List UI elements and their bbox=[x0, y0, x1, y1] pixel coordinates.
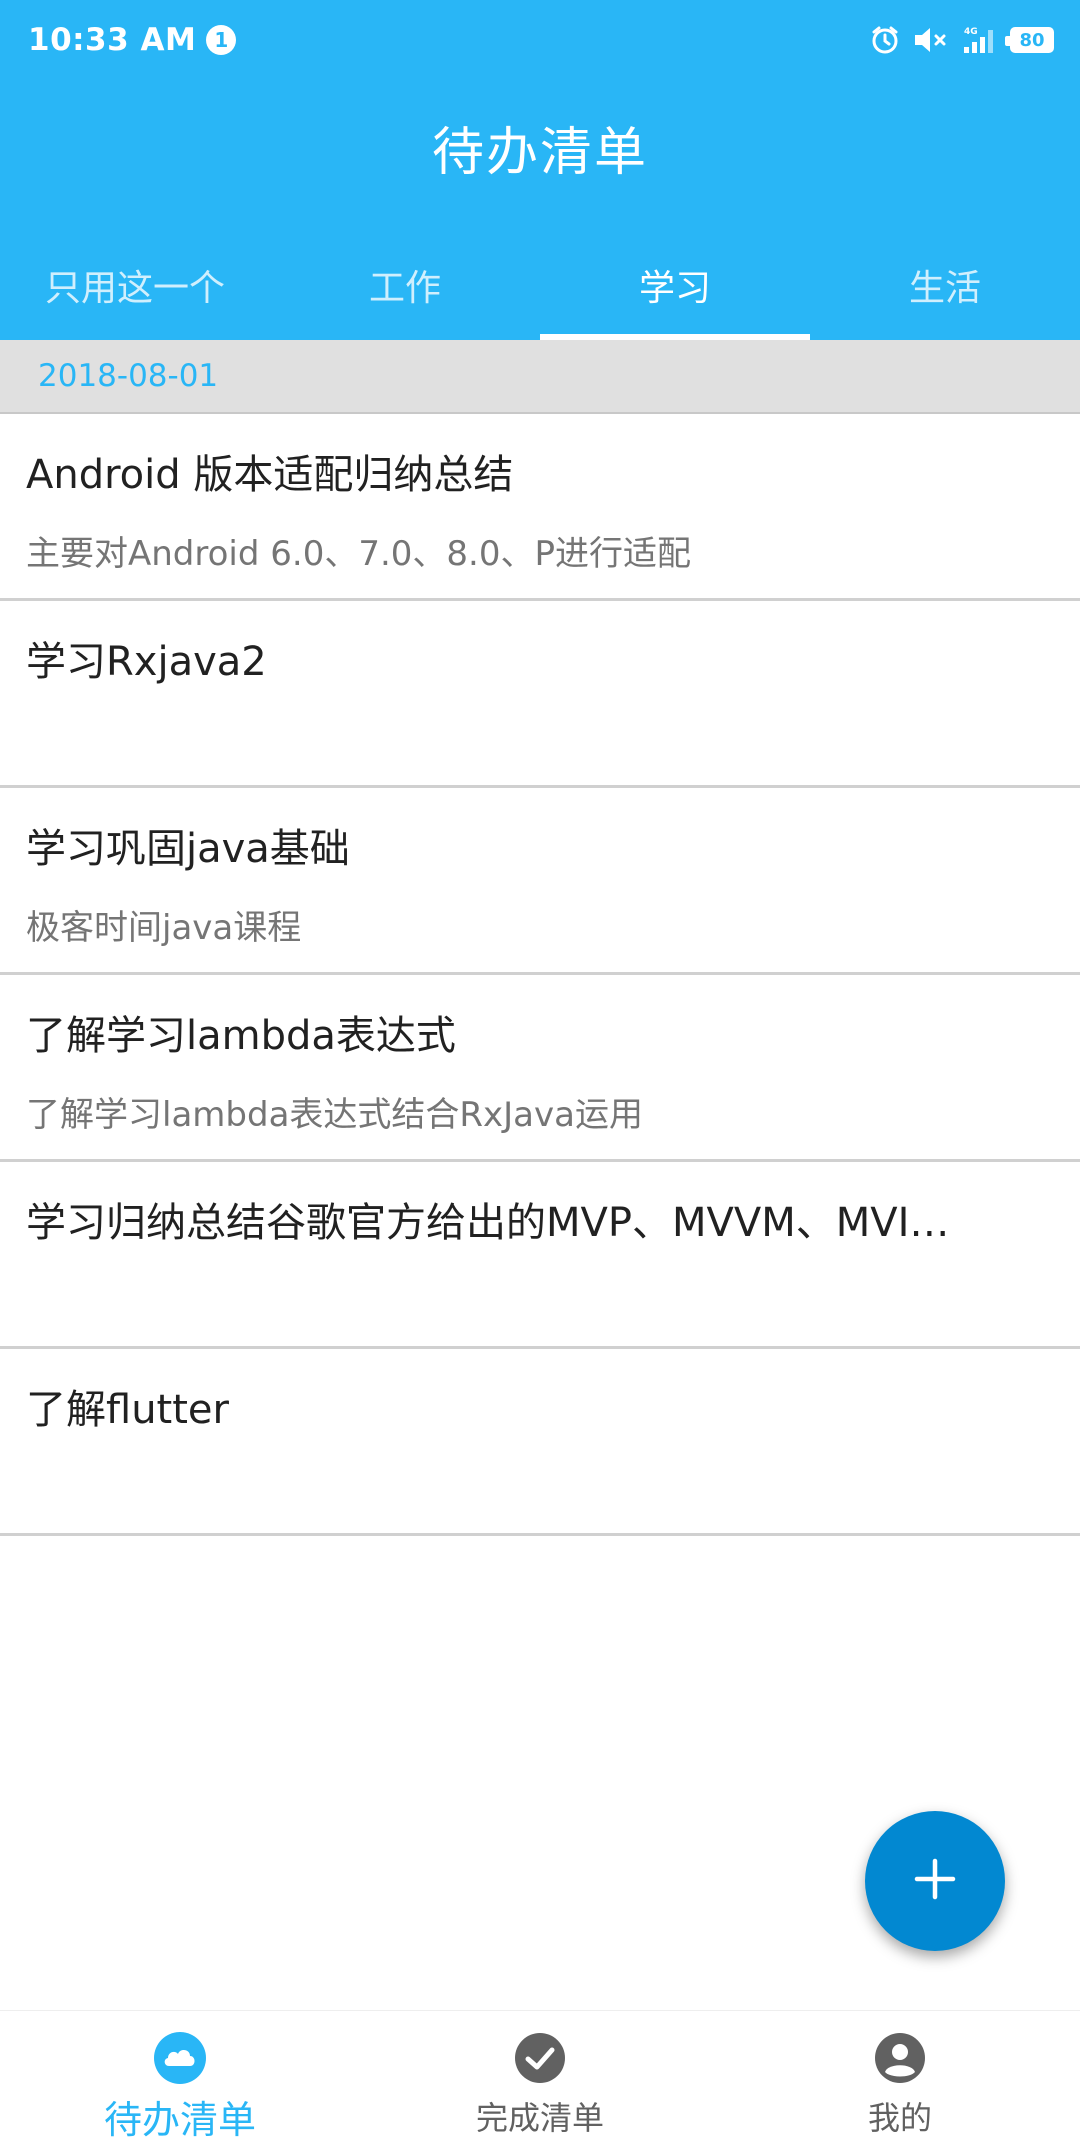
section-date: 2018-08-01 bbox=[38, 358, 219, 394]
todo-description: 了解学习lambda表达式结合RxJava运用 bbox=[26, 1095, 643, 1135]
app-root: 10:33 AM 1 4G 80 待办清单 只用这一个 工作 学习 生活 201… bbox=[0, 0, 1080, 2142]
mute-icon bbox=[912, 25, 950, 55]
nav-item-todo[interactable]: 待办清单 bbox=[0, 2011, 360, 2142]
tab-bar: 只用这一个 工作 学习 生活 bbox=[0, 230, 1080, 340]
todo-title: 了解学习lambda表达式 bbox=[26, 1013, 456, 1059]
todo-description: 极客时间java课程 bbox=[26, 908, 302, 948]
notification-badge: 1 bbox=[206, 25, 237, 55]
todo-title: 学习巩固java基础 bbox=[26, 826, 350, 872]
list-item[interactable]: 学习归纳总结谷歌官方给出的MVP、MVVM、MVI… bbox=[0, 1162, 1080, 1349]
battery-icon: 80 bbox=[1005, 27, 1054, 53]
check-circle-icon bbox=[513, 2031, 567, 2085]
list-item[interactable]: 了解学习lambda表达式 了解学习lambda表达式结合RxJava运用 bbox=[0, 975, 1080, 1162]
todo-title: 了解flutter bbox=[26, 1387, 229, 1433]
nav-label-done: 完成清单 bbox=[475, 2099, 604, 2137]
list-item[interactable]: Android 版本适配归纳总结 主要对Android 6.0、7.0、8.0、… bbox=[0, 414, 1080, 601]
nav-item-done[interactable]: 完成清单 bbox=[360, 2011, 720, 2142]
page-title: 待办清单 bbox=[431, 123, 648, 183]
app-bar: 待办清单 只用这一个 工作 学习 生活 bbox=[0, 80, 1080, 340]
status-right: 4G 80 bbox=[870, 25, 1054, 55]
list-item[interactable]: 学习巩固java基础 极客时间java课程 bbox=[0, 788, 1080, 975]
tab-only-this[interactable]: 只用这一个 bbox=[0, 230, 270, 340]
list-item[interactable]: 学习Rxjava2 bbox=[0, 601, 1080, 788]
add-todo-button[interactable] bbox=[865, 1811, 1005, 1951]
bottom-navigation: 待办清单 完成清单 我的 bbox=[0, 2010, 1080, 2142]
nav-item-mine[interactable]: 我的 bbox=[720, 2011, 1080, 2142]
account-circle-icon bbox=[873, 2031, 927, 2085]
signal-icon: 4G bbox=[962, 25, 998, 55]
todo-title: Android 版本适配归纳总结 bbox=[26, 452, 514, 498]
todo-list: Android 版本适配归纳总结 主要对Android 6.0、7.0、8.0、… bbox=[0, 414, 1080, 1536]
todo-description: 主要对Android 6.0、7.0、8.0、P进行适配 bbox=[26, 534, 691, 574]
tab-life[interactable]: 生活 bbox=[810, 230, 1080, 340]
date-section-header: 2018-08-01 bbox=[0, 340, 1080, 414]
list-item[interactable]: 了解flutter bbox=[0, 1349, 1080, 1536]
tab-study[interactable]: 学习 bbox=[540, 230, 810, 340]
alarm-icon bbox=[870, 25, 900, 55]
network-label: 4G bbox=[964, 27, 978, 37]
status-left: 10:33 AM 1 bbox=[28, 22, 237, 58]
status-time: 10:33 AM bbox=[28, 22, 197, 58]
tab-work[interactable]: 工作 bbox=[270, 230, 540, 340]
todo-title: 学习Rxjava2 bbox=[26, 639, 267, 685]
cloud-icon bbox=[153, 2031, 207, 2085]
nav-label-mine: 我的 bbox=[867, 2099, 932, 2137]
plus-icon bbox=[913, 1857, 957, 1905]
status-bar: 10:33 AM 1 4G 80 bbox=[0, 0, 1080, 80]
nav-label-todo: 待办清单 bbox=[103, 2098, 256, 2142]
todo-title: 学习归纳总结谷歌官方给出的MVP、MVVM、MVI… bbox=[26, 1200, 950, 1246]
